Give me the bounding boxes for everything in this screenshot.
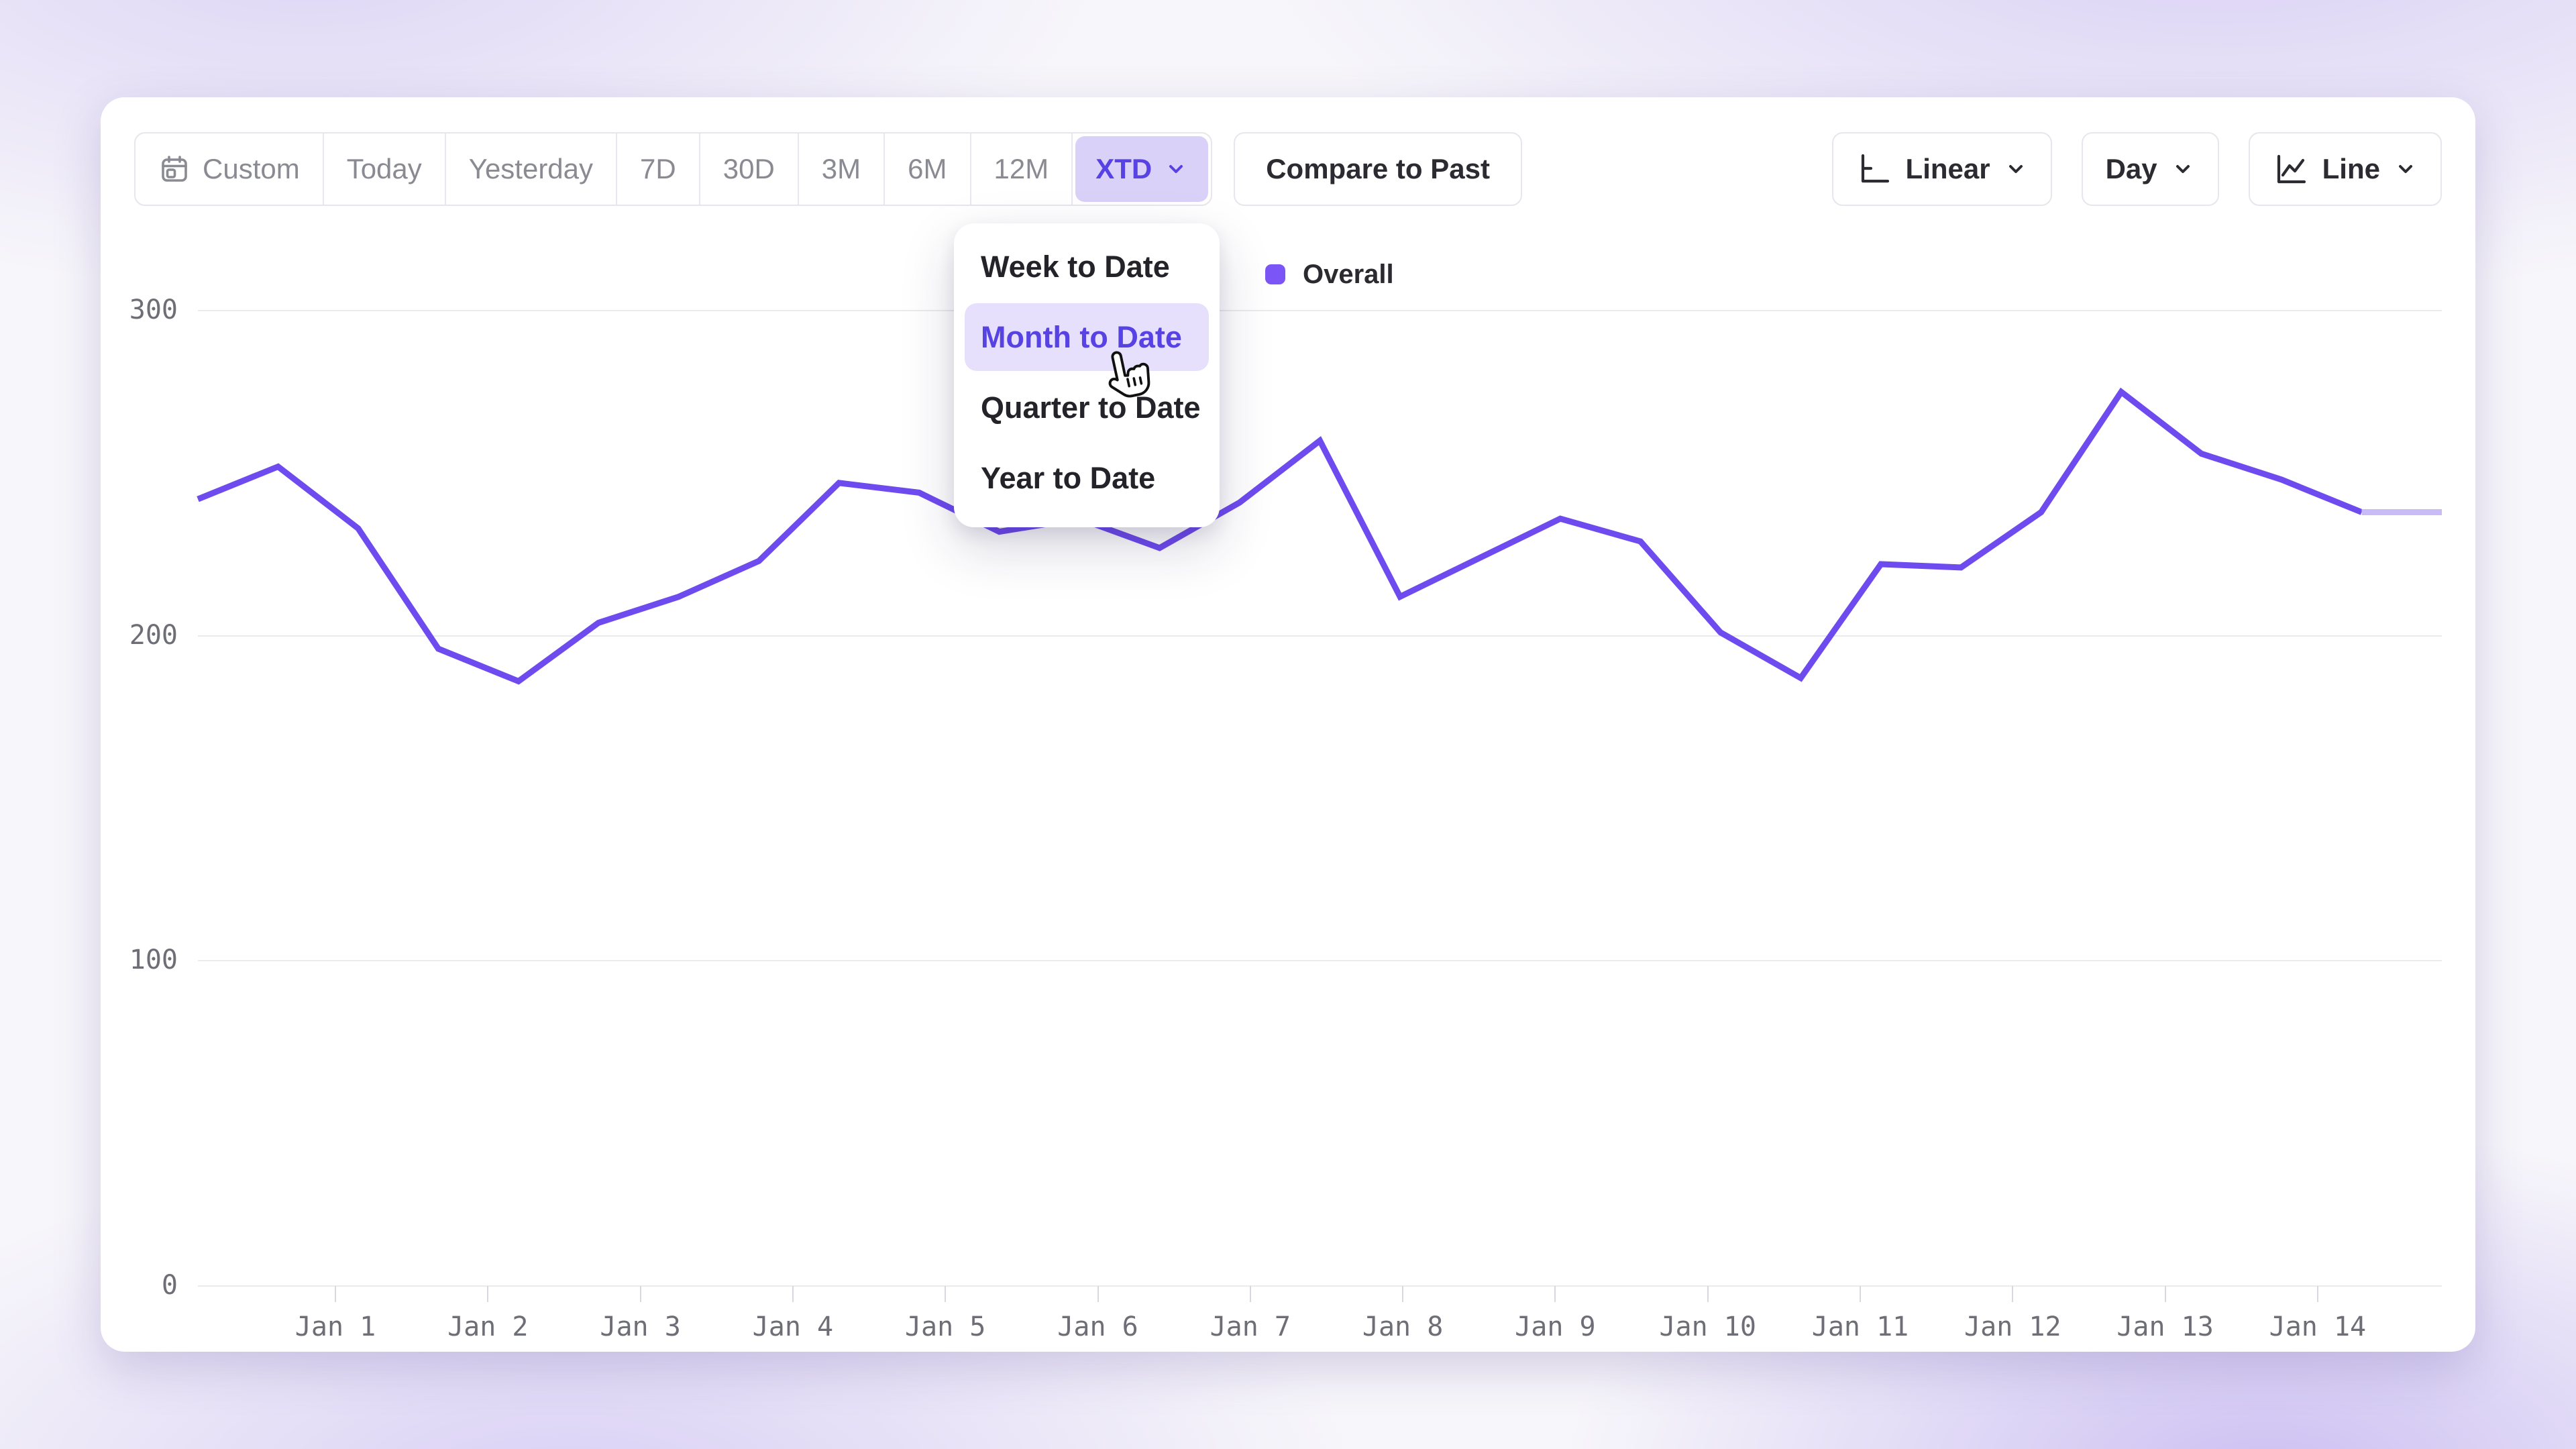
range-button-yesterday[interactable]: Yesterday <box>446 133 617 205</box>
range-button-30d[interactable]: 30D <box>700 133 799 205</box>
x-axis-tick <box>1097 1286 1099 1302</box>
x-axis-label: Jan 11 <box>1780 1311 1941 1342</box>
chart-plot-area[interactable]: 3002001000Jan 1Jan 2Jan 3Jan 4Jan 5Jan 6… <box>198 311 2442 1286</box>
scale-dropdown-button[interactable]: Linear <box>1832 132 2052 206</box>
range-button-6m[interactable]: 6M <box>885 133 971 205</box>
x-axis-label: Jan 1 <box>255 1311 416 1342</box>
x-axis-tick <box>945 1286 946 1302</box>
x-axis-label: Jan 3 <box>560 1311 721 1342</box>
x-axis-label: Jan 12 <box>1932 1311 2093 1342</box>
date-range-button-group: Custom Today Yesterday 7D 30D 3M 6M 12M … <box>134 132 1212 206</box>
line-chart-icon <box>2273 151 2309 187</box>
x-axis-label: Jan 7 <box>1170 1311 1331 1342</box>
x-axis-label: Jan 14 <box>2237 1311 2398 1342</box>
range-button-xtd[interactable]: XTD <box>1075 136 1208 202</box>
x-axis-tick <box>2165 1286 2166 1302</box>
range-button-custom[interactable]: Custom <box>136 133 324 205</box>
x-axis-tick <box>2012 1286 2013 1302</box>
period-dropdown-menu: Week to Date Month to Date Quarter to Da… <box>954 223 1220 527</box>
x-axis-label: Jan 6 <box>1018 1311 1179 1342</box>
legend-label: Overall <box>1303 260 1394 290</box>
granularity-dropdown-button[interactable]: Day <box>2082 132 2219 206</box>
x-axis-label: Jan 13 <box>2085 1311 2246 1342</box>
x-axis-tick <box>487 1286 488 1302</box>
range-button-12m[interactable]: 12M <box>971 133 1073 205</box>
legend-swatch <box>1265 264 1285 284</box>
range-button-7d[interactable]: 7D <box>617 133 700 205</box>
x-axis-tick <box>640 1286 641 1302</box>
chevron-down-icon <box>1164 157 1188 181</box>
chevron-down-icon <box>2171 157 2195 181</box>
range-button-label: Custom <box>203 153 300 185</box>
x-axis-label: Jan 5 <box>865 1311 1026 1342</box>
chart-canvas <box>198 311 2442 1286</box>
x-axis-tick <box>1707 1286 1709 1302</box>
x-axis-tick <box>1860 1286 1861 1302</box>
chevron-down-icon <box>2004 157 2028 181</box>
y-axis-label-100: 100 <box>119 945 178 975</box>
menu-item-month-to-date[interactable]: Month to Date <box>965 303 1209 371</box>
menu-item-quarter-to-date[interactable]: Quarter to Date <box>965 374 1209 441</box>
toolbar: Custom Today Yesterday 7D 30D 3M 6M 12M … <box>101 132 2475 206</box>
calendar-icon <box>158 153 191 185</box>
legend-item-overall[interactable]: Overall <box>1265 258 1394 290</box>
x-axis-tick <box>792 1286 794 1302</box>
x-axis-tick <box>2317 1286 2318 1302</box>
range-button-today[interactable]: Today <box>324 133 446 205</box>
x-axis-label: Jan 4 <box>712 1311 873 1342</box>
range-button-3m[interactable]: 3M <box>799 133 885 205</box>
chart-controls: Linear Day Line <box>1832 132 2442 206</box>
x-axis-label: Jan 9 <box>1474 1311 1635 1342</box>
menu-item-year-to-date[interactable]: Year to Date <box>965 444 1209 512</box>
y-axis-label-200: 200 <box>119 620 178 651</box>
x-axis-label: Jan 10 <box>1627 1311 1788 1342</box>
series-line-overall <box>198 392 2362 681</box>
page-background: { "toolbar": { "range_buttons": [ { "lab… <box>0 0 2576 1449</box>
x-axis-label: Jan 8 <box>1322 1311 1483 1342</box>
x-axis-tick <box>1250 1286 1251 1302</box>
chevron-down-icon <box>2394 157 2418 181</box>
x-axis-tick <box>1554 1286 1556 1302</box>
y-axis-label-300: 300 <box>119 294 178 325</box>
x-axis-label: Jan 2 <box>407 1311 568 1342</box>
chart-type-dropdown-button[interactable]: Line <box>2249 132 2442 206</box>
dashboard-card: Custom Today Yesterday 7D 30D 3M 6M 12M … <box>101 97 2475 1352</box>
y-axis-label-0: 0 <box>119 1270 178 1301</box>
menu-item-week-to-date[interactable]: Week to Date <box>965 233 1209 301</box>
axis-scale-icon <box>1856 151 1892 187</box>
x-axis-tick <box>1402 1286 1403 1302</box>
compare-to-past-button[interactable]: Compare to Past <box>1234 132 1522 206</box>
x-axis-tick <box>335 1286 336 1302</box>
